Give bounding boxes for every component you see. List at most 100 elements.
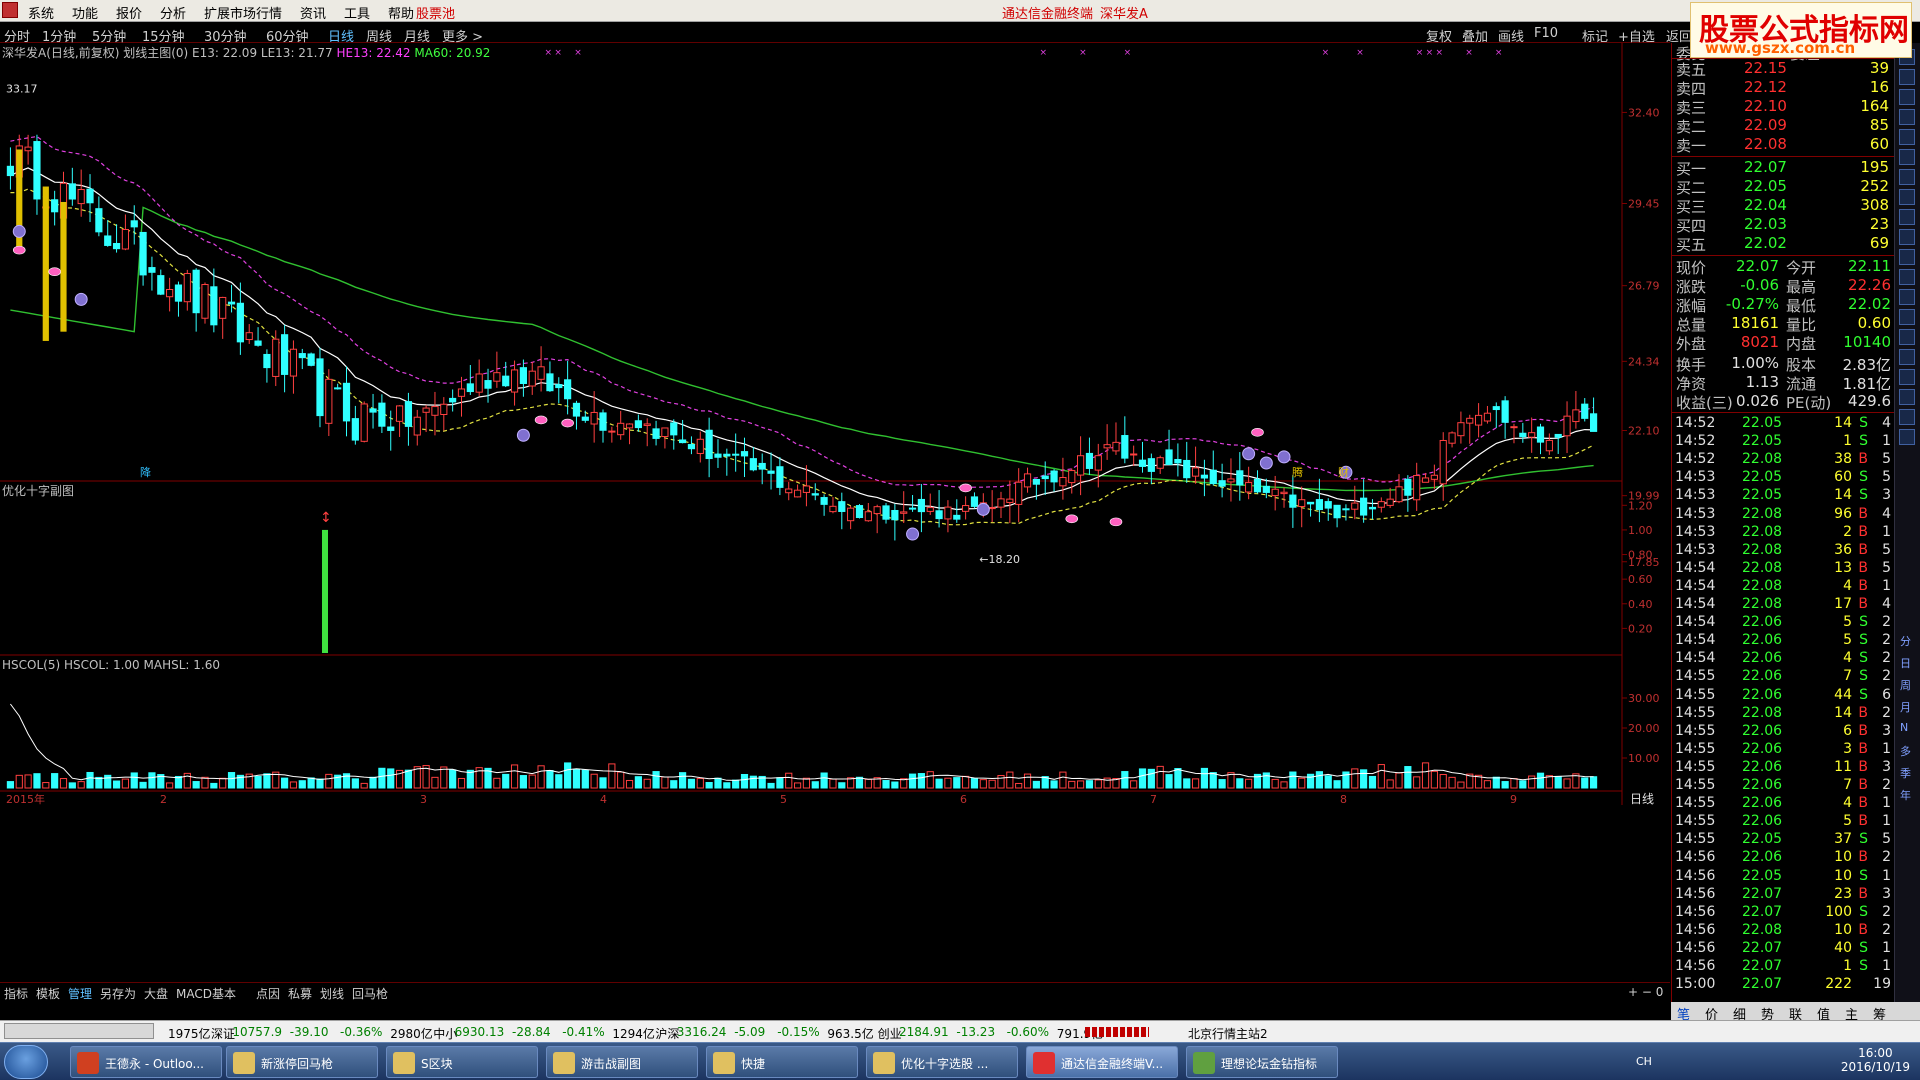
start-button[interactable] (4, 1045, 48, 1079)
menu-item-0[interactable]: 系统 (28, 3, 54, 22)
volume-bar (33, 773, 41, 789)
taskbar-app-3[interactable]: 游击战副图 (546, 1046, 698, 1078)
side-tool-icon[interactable] (1899, 169, 1915, 185)
side-tool-icon[interactable] (1899, 89, 1915, 105)
event-mark-0[interactable]: 降 (140, 465, 151, 479)
window-controls-icon[interactable] (4, 1023, 154, 1039)
volume-bar (1360, 769, 1368, 789)
indicator-tab-7[interactable]: 私募 (288, 985, 312, 1002)
stat-label: 净资 (1676, 375, 1707, 393)
menu-item-2[interactable]: 报价 (116, 3, 142, 22)
side-period-3[interactable]: 月 (1900, 699, 1911, 715)
menu-stock-pool[interactable]: 股票池 (416, 3, 455, 22)
indicator-tab-2[interactable]: 管理 (68, 985, 92, 1002)
side-tool-icon[interactable] (1899, 409, 1915, 425)
taskbar-app-0[interactable]: 王德永 - Outloo... (70, 1046, 222, 1078)
side-period-0[interactable]: 分 (1900, 633, 1911, 649)
indicator-tab-1[interactable]: 模板 (36, 985, 60, 1002)
tick-volume: 96 (1834, 505, 1852, 522)
side-tool-icon[interactable] (1899, 289, 1915, 305)
indicator-tab-4[interactable]: 大盘 (144, 985, 168, 1002)
side-tool-icon[interactable] (1899, 149, 1915, 165)
stat-label: 今开 (1786, 259, 1817, 277)
side-tool-icon[interactable] (1899, 129, 1915, 145)
indicator-tab-3[interactable]: 另存为 (100, 985, 136, 1002)
side-tool-icon[interactable] (1899, 389, 1915, 405)
side-tool-icon[interactable] (1899, 349, 1915, 365)
taskbar-app-1[interactable]: 新涨停回马枪 (226, 1046, 378, 1078)
bid-price[interactable]: 22.04 (1744, 196, 1787, 214)
indicator-tab-6[interactable]: 点因 (256, 985, 280, 1002)
ask-price[interactable]: 22.15 (1744, 59, 1787, 77)
tick-side: S (1859, 415, 1868, 431)
side-tool-icon[interactable] (1899, 269, 1915, 285)
menu-item-3[interactable]: 分析 (160, 3, 186, 22)
app-icon[interactable] (2, 2, 18, 18)
indicator-tab-0[interactable]: 指标 (4, 985, 28, 1002)
ask-price[interactable]: 22.09 (1744, 116, 1787, 134)
taskbar-app-label: S区块 (421, 1057, 453, 1071)
app-icon (393, 1052, 415, 1074)
taskbar-app-5[interactable]: 优化十字选股 ... (866, 1046, 1018, 1078)
chart-tool-3[interactable]: F10 (1534, 26, 1558, 41)
side-tool-icon[interactable] (1899, 369, 1915, 385)
kline-chart[interactable]: 深华发A(日线,前复权) 划线主图(0) E13: 22.09 LE13: 21… (0, 43, 1670, 982)
volume-bar (979, 779, 987, 789)
side-tool-icon[interactable] (1899, 429, 1915, 445)
side-period-6[interactable]: 季 (1900, 765, 1911, 781)
menu-item-4[interactable]: 扩展市场行情 (204, 3, 282, 22)
side-period-1[interactable]: 日 (1900, 655, 1911, 671)
tray-lang[interactable]: CH (1636, 1055, 1652, 1068)
volume-bar (1280, 781, 1288, 789)
zoom-controls[interactable]: + − 0 (1628, 985, 1663, 999)
server-name[interactable]: 北京行情主站2 (1188, 1025, 1268, 1042)
volume-bar (1421, 762, 1430, 789)
side-period-5[interactable]: 多 (1900, 743, 1911, 759)
bid-price[interactable]: 22.07 (1744, 158, 1787, 176)
menu-item-7[interactable]: 帮助 (388, 3, 414, 22)
ask-price[interactable]: 22.08 (1744, 135, 1787, 153)
volume-bar (298, 780, 306, 789)
candle (104, 220, 112, 247)
indicator-tab-8[interactable]: 划线 (320, 985, 344, 1002)
taskbar-app-6[interactable]: 通达信金融终端V... (1026, 1046, 1178, 1078)
candle (1563, 401, 1571, 454)
side-tool-icon[interactable] (1899, 329, 1915, 345)
volume-bar (546, 770, 554, 789)
side-tool-icon[interactable] (1899, 69, 1915, 85)
bid-price[interactable]: 22.02 (1744, 234, 1787, 252)
side-tool-icon[interactable] (1899, 209, 1915, 225)
candle (316, 347, 324, 428)
candle (767, 452, 775, 490)
side-tool-icon[interactable] (1899, 249, 1915, 265)
menu-item-6[interactable]: 工具 (344, 3, 370, 22)
side-tool-icon[interactable] (1899, 229, 1915, 245)
taskbar-app-7[interactable]: 理想论坛金钻指标 (1186, 1046, 1338, 1078)
bid-price[interactable]: 22.03 (1744, 215, 1787, 233)
taskbar-app-4[interactable]: 快捷 (706, 1046, 858, 1078)
candle (1156, 455, 1164, 474)
menu-item-1[interactable]: 功能 (72, 3, 98, 22)
tray-clock[interactable]: 16:00 2016/10/19 (1841, 1046, 1910, 1074)
tick-row: 14:54 22.08 17 B 4 (1672, 596, 1894, 613)
menu-item-5[interactable]: 资讯 (300, 3, 326, 22)
indicator-tab-5[interactable]: MACD基本 (176, 985, 236, 1002)
he13-line (10, 135, 1594, 489)
side-period-2[interactable]: 周 (1900, 677, 1911, 693)
side-tool-icon[interactable] (1899, 309, 1915, 325)
candle (1130, 445, 1138, 467)
indicator-tab-9[interactable]: 回马枪 (352, 985, 388, 1002)
bid-price[interactable]: 22.05 (1744, 177, 1787, 195)
tick-side: B (1858, 596, 1868, 612)
taskbar-app-2[interactable]: S区块 (386, 1046, 538, 1078)
side-tool-icon[interactable] (1899, 109, 1915, 125)
candle (1121, 416, 1129, 464)
side-period-4[interactable]: N (1900, 721, 1908, 734)
volume-bar (1528, 775, 1536, 789)
event-mark-1[interactable]: 腾 (1292, 465, 1303, 479)
side-tool-icon[interactable] (1899, 189, 1915, 205)
ask-price[interactable]: 22.10 (1744, 97, 1787, 115)
ask-price[interactable]: 22.12 (1744, 78, 1787, 96)
event-mark-2[interactable]: 财 (1338, 465, 1349, 479)
side-period-7[interactable]: 年 (1900, 787, 1911, 803)
